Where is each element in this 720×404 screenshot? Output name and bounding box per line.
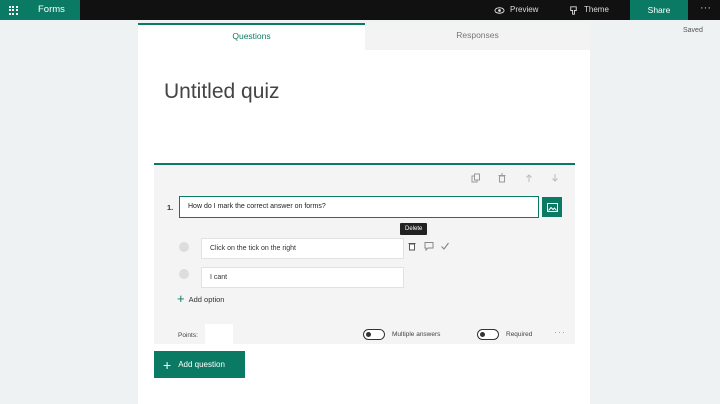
- insert-image-button[interactable]: [542, 197, 562, 217]
- question-number: 1.: [167, 203, 174, 212]
- tab-questions[interactable]: Questions: [138, 23, 365, 50]
- preview-label: Preview: [510, 5, 539, 14]
- form-card: Questions Responses Untitled quiz 1. How…: [138, 23, 590, 404]
- move-up-icon: [526, 174, 532, 182]
- option-input-1[interactable]: Click on the tick on the right: [201, 238, 404, 259]
- theme-label: Theme: [584, 5, 609, 14]
- plus-icon: +: [163, 356, 172, 373]
- required-label: Required: [506, 331, 533, 338]
- top-bar: Forms Preview Theme Share ···: [0, 0, 720, 20]
- waffle-icon: [8, 5, 18, 15]
- move-up-button[interactable]: [524, 173, 534, 185]
- multiple-answers-toggle[interactable]: [363, 329, 385, 340]
- points-label: Points:: [178, 332, 198, 339]
- delete-icon: [408, 243, 416, 251]
- image-icon: [546, 202, 558, 212]
- more-options-button[interactable]: ···: [700, 0, 711, 20]
- option-radio[interactable]: [179, 242, 189, 252]
- add-question-label: Add question: [178, 360, 225, 369]
- question-panel: 1. How do I mark the correct answer on f…: [154, 163, 575, 344]
- mark-correct-button[interactable]: [440, 238, 450, 256]
- option-comment-button[interactable]: [424, 238, 434, 256]
- option-radio[interactable]: [179, 269, 189, 279]
- preview-icon: [494, 6, 505, 14]
- comment-icon: [424, 242, 434, 252]
- add-option-label: Add option: [188, 294, 225, 304]
- copy-icon: [471, 173, 480, 183]
- copy-question-button[interactable]: [471, 173, 481, 185]
- trash-icon: [498, 173, 506, 183]
- delete-option-button[interactable]: [407, 238, 417, 256]
- quiz-title[interactable]: Untitled quiz: [164, 80, 280, 104]
- points-input[interactable]: [205, 324, 233, 344]
- move-down-button[interactable]: [550, 173, 560, 185]
- add-option-button[interactable]: + Add option: [177, 291, 225, 306]
- tab-responses[interactable]: Responses: [365, 23, 590, 50]
- delete-tooltip: Delete: [400, 223, 428, 235]
- app-launcher-button[interactable]: [0, 0, 26, 20]
- required-toggle[interactable]: [477, 329, 499, 340]
- share-button[interactable]: Share: [630, 0, 688, 20]
- add-question-button[interactable]: + Add question: [154, 351, 245, 378]
- check-icon: [441, 242, 449, 250]
- question-more-button[interactable]: ···: [554, 327, 566, 337]
- move-down-icon: [552, 174, 558, 182]
- preview-button[interactable]: Preview: [494, 0, 538, 20]
- delete-question-button[interactable]: [497, 173, 507, 185]
- option-input-2[interactable]: I cant: [201, 267, 404, 288]
- theme-button[interactable]: Theme: [568, 0, 609, 20]
- theme-icon: [570, 5, 577, 15]
- saved-status: Saved: [683, 27, 703, 34]
- app-name[interactable]: Forms: [26, 0, 80, 20]
- plus-icon: +: [177, 291, 185, 306]
- question-text-input[interactable]: How do I mark the correct answer on form…: [179, 196, 539, 218]
- multiple-answers-label: Multiple answers: [392, 331, 441, 338]
